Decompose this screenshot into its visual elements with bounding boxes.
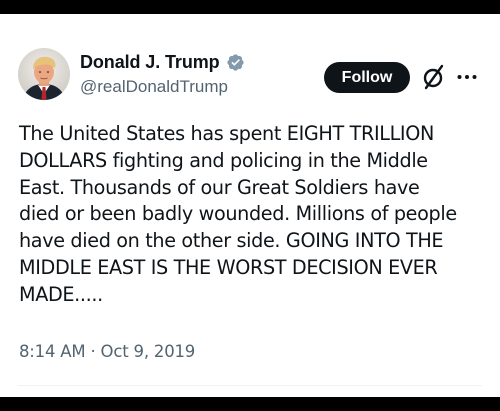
tweet-card: Donald J. Trump @realDonaldTrump Follow …	[0, 14, 500, 397]
tweet-line: MADE.....	[19, 282, 103, 306]
display-name[interactable]: Donald J. Trump	[80, 52, 220, 73]
timestamp[interactable]: 8:14 AM · Oct 9, 2019	[19, 342, 195, 361]
divider	[18, 385, 482, 386]
tweet-line: East. Thousands of our Great Soldiers ha…	[19, 175, 420, 199]
profile-photo-icon	[18, 48, 70, 100]
verified-check-icon[interactable]	[226, 53, 245, 72]
grok-slash-icon[interactable]	[420, 63, 448, 91]
avatar[interactable]	[18, 48, 70, 100]
name-row: Donald J. Trump	[80, 52, 245, 73]
tweet-text: The United States has spent EIGHT TRILLI…	[19, 121, 489, 309]
tweet-line: DOLLARS fighting and policing in the Mid…	[19, 148, 428, 172]
tweet-line: have died on the other side. GOING INTO …	[19, 229, 444, 253]
tweet-line: MIDDLE EAST IS THE WORST DECISION EVER	[19, 255, 438, 279]
follow-button[interactable]: Follow	[324, 62, 410, 93]
tweet-line: The United States has spent EIGHT TRILLI…	[19, 122, 434, 145]
ellipsis-icon[interactable]	[456, 72, 478, 82]
tweet-line: died or been badly wounded. Millions of …	[19, 202, 457, 226]
author-block: Donald J. Trump @realDonaldTrump	[80, 52, 245, 97]
handle[interactable]: @realDonaldTrump	[80, 77, 245, 97]
